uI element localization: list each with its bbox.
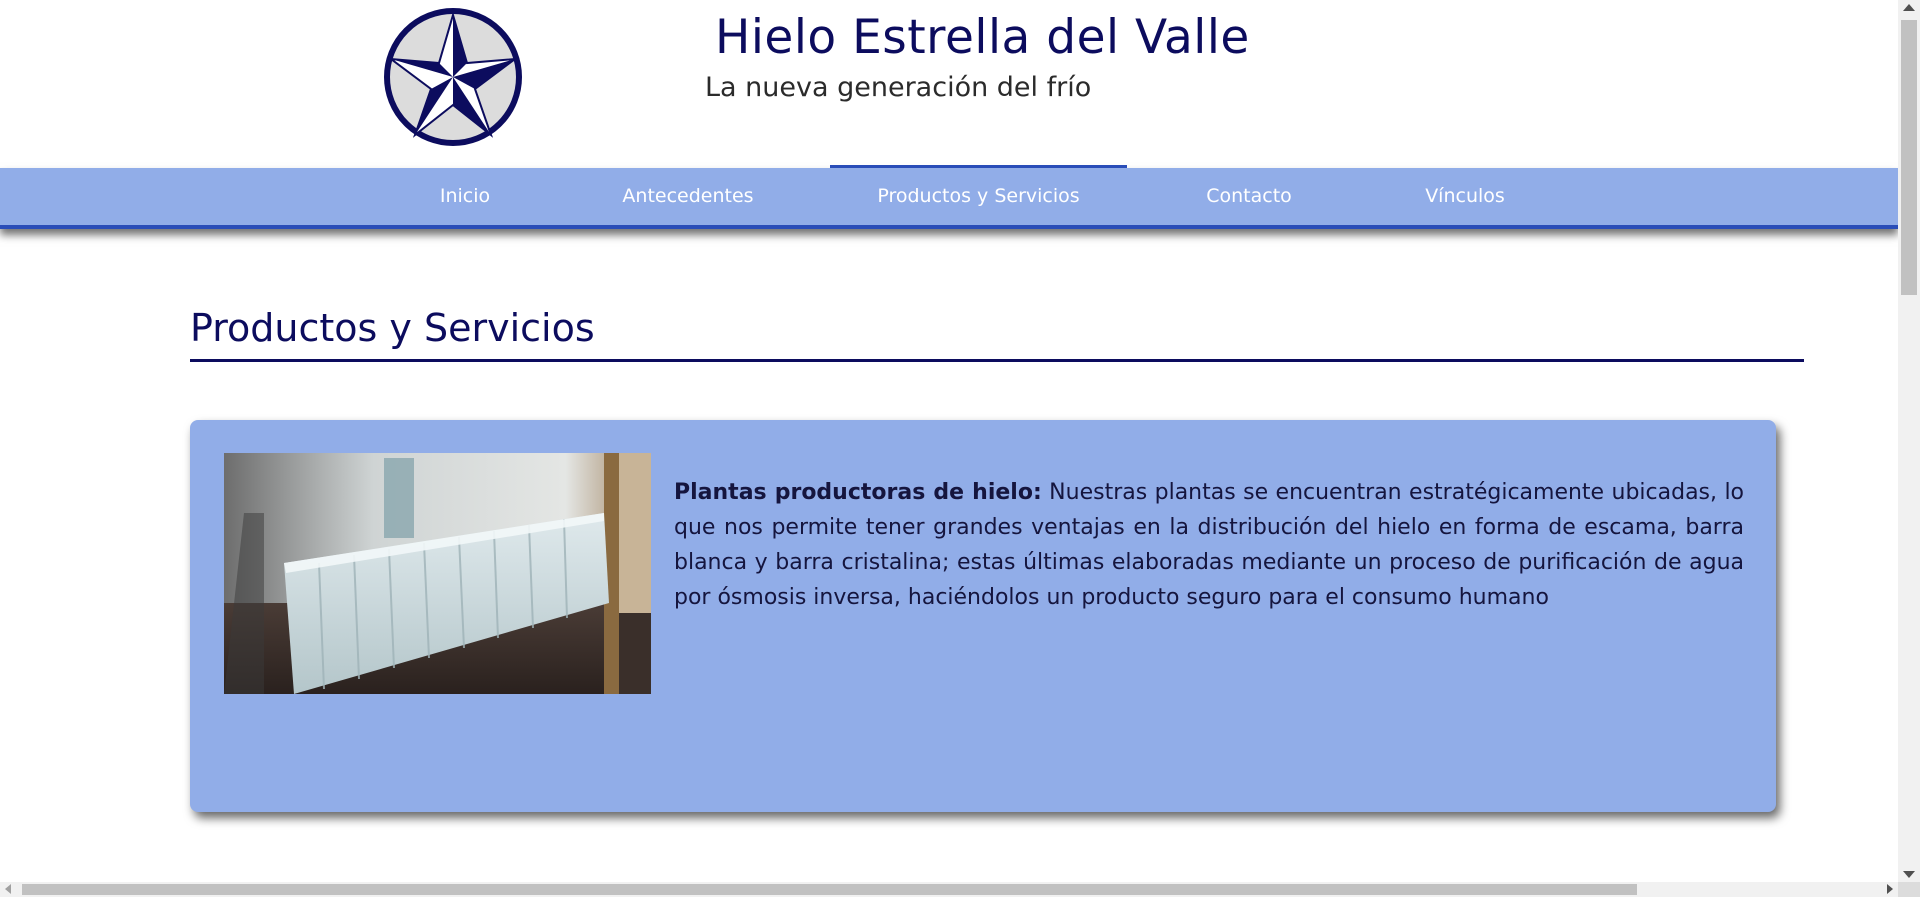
nav-item-inicio[interactable]: Inicio [413,168,517,225]
scrollbar-corner [1898,882,1920,897]
scroll-down-icon[interactable] [1903,871,1915,878]
site-subtitle: La nueva generación del frío [705,72,1092,103]
heading-divider [190,359,1804,362]
description-lead: Plantas productoras de hielo: [674,480,1042,505]
horizontal-scrollbar[interactable] [0,882,1898,897]
vertical-scrollbar[interactable] [1898,0,1920,882]
star-logo-icon[interactable] [383,7,523,147]
ice-blocks-photo [224,453,651,694]
nav-item-productos-y-servicios[interactable]: Productos y Servicios [830,165,1127,225]
product-card: Plantas productoras de hielo: Nuestras p… [190,420,1776,812]
horizontal-scroll-thumb[interactable] [22,884,1637,895]
scroll-left-icon[interactable] [5,884,11,894]
nav-item-contacto[interactable]: Contacto [1183,168,1315,225]
page-heading: Productos y Servicios [190,306,595,350]
scroll-up-icon[interactable] [1903,4,1915,11]
product-description: Plantas productoras de hielo: Nuestras p… [674,475,1744,615]
scroll-right-icon[interactable] [1887,884,1893,894]
site-title: Hielo Estrella del Valle [715,10,1250,65]
nav-item-antecedentes[interactable]: Antecedentes [603,168,773,225]
vertical-scroll-thumb[interactable] [1901,20,1917,295]
nav-item-vinculos[interactable]: Vínculos [1400,168,1530,225]
site-header: Hielo Estrella del Valle La nueva genera… [0,0,1898,168]
main-nav: Inicio Antecedentes Productos y Servicio… [0,165,1898,229]
